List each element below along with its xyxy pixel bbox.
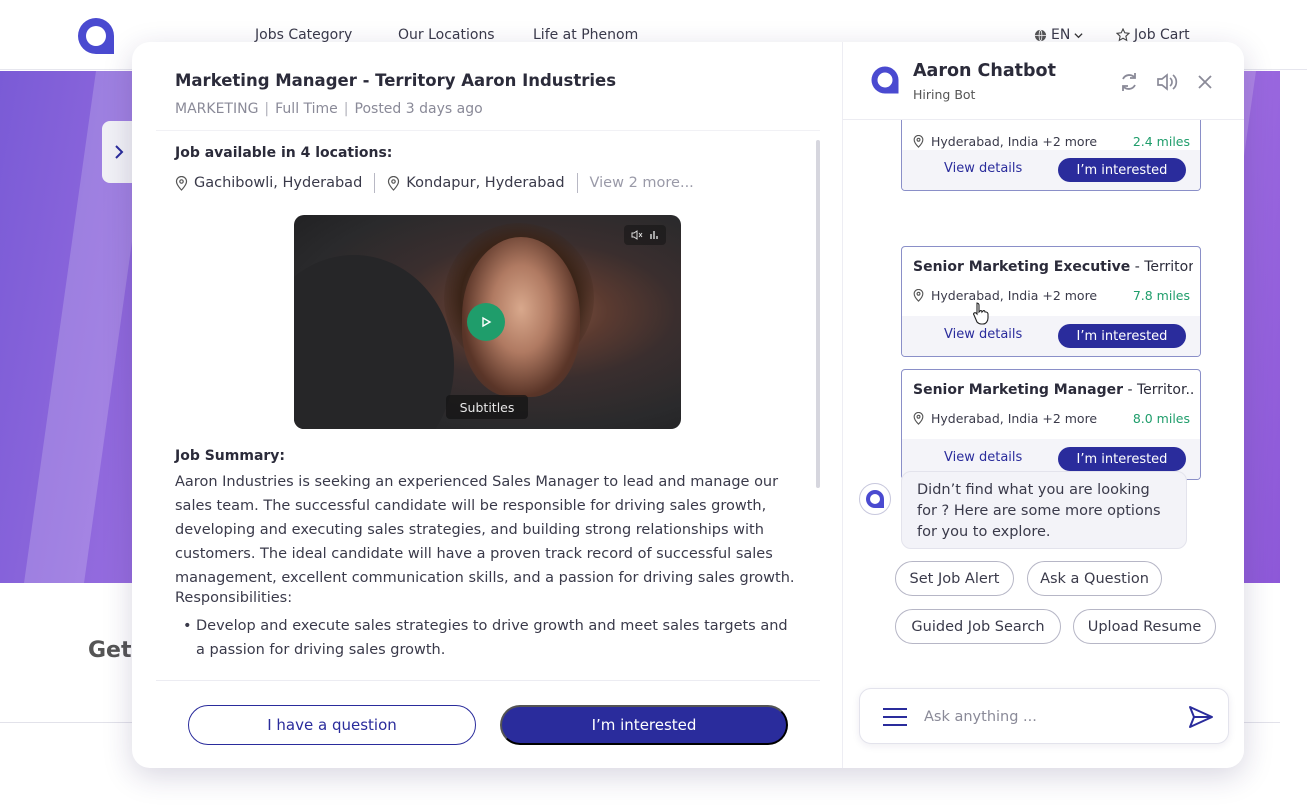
card-interested-button[interactable]: I’m interested [1058,447,1186,471]
job-cart-label: Job Cart [1134,27,1190,43]
responsibilities-heading: Responsibilities: [175,590,293,606]
job-recommendation-card[interactable]: Senior Marketing Manager - Territor.. Hy… [901,369,1201,480]
chatbot-subtitle: Hiring Bot [913,87,976,102]
job-actions-footer: I have a question I’m interested [156,680,820,768]
equalizer-icon [650,231,658,239]
job-detail-modal: Marketing Manager - Territory Aaron Indu… [132,42,1244,768]
location-item[interactable]: Gachibowli, Hyderabad [175,175,362,191]
interested-button[interactable]: I’m interested [500,705,788,745]
card-distance: 2.4 miles [1132,134,1190,149]
chat-message-input[interactable] [924,705,1174,729]
location-pin-icon [913,289,924,302]
menu-icon[interactable] [882,706,908,728]
scrollbar[interactable] [816,140,820,488]
card-location: Hyderabad, India +2 more [913,288,1097,303]
job-summary-text: Aaron Industries is seeking an experienc… [175,474,795,586]
nav-life-at-phenom[interactable]: Life at Phenom [533,27,638,43]
chat-messages[interactable]: Hyderabad, India +2 more 2.4 miles View … [843,120,1244,682]
job-summary-heading: Job Summary: [175,448,286,464]
card-title: Senior Marketing Executive - Territor.. [913,259,1193,275]
close-icon [1198,75,1212,89]
job-posted-date: Posted 3 days ago [354,101,483,117]
location-pin-icon [913,135,924,148]
chatbot-name: Aaron Chatbot [913,61,1056,81]
chevron-right-icon [115,145,124,159]
view-details-link[interactable]: View details [944,450,1022,465]
location-pin-icon [913,412,924,425]
language-selector[interactable]: EN [1034,27,1083,43]
ask-question-chip[interactable]: Ask a Question [1027,561,1162,596]
job-type: Full Time [275,101,338,117]
location-pin-icon [388,175,400,191]
card-interested-button[interactable]: I’m interested [1058,158,1186,182]
job-recommendation-card[interactable]: Hyderabad, India +2 more 2.4 miles View … [901,120,1201,191]
set-job-alert-chip[interactable]: Set Job Alert [895,561,1014,596]
refresh-icon [1122,73,1136,91]
mouse-pointer-icon [973,302,989,325]
card-interested-button[interactable]: I’m interested [1058,324,1186,348]
expand-panel-button[interactable] [102,121,136,183]
view-more-locations-link[interactable]: View 2 more... [590,175,694,191]
sound-toggle-button[interactable] [1155,70,1179,94]
guided-job-search-chip[interactable]: Guided Job Search [895,609,1061,644]
globe-icon [1034,29,1047,41]
play-button[interactable] [467,303,505,341]
list-item: • Develop and execute sales strategies t… [183,618,788,658]
nav-jobs-category[interactable]: Jobs Category [255,27,352,43]
bot-avatar [859,483,891,515]
speaker-icon [1157,73,1178,91]
locations-heading: Job available in 4 locations: [175,145,393,161]
location-item[interactable]: Kondapur, Hyderabad [387,175,565,191]
subtitles-button[interactable]: Subtitles [446,395,528,419]
view-details-link[interactable]: View details [944,327,1022,342]
chatbot-logo [871,66,899,94]
job-meta: MARKETING | Full Time | Posted 3 days ago [175,101,483,117]
volume-icon [631,230,643,240]
card-distance: 7.8 miles [1132,288,1190,303]
refresh-button[interactable] [1117,70,1141,94]
video-controls[interactable] [624,225,666,245]
job-detail-panel: Marketing Manager - Territory Aaron Indu… [132,42,842,768]
nav-our-locations[interactable]: Our Locations [398,27,495,43]
play-icon [482,316,492,328]
job-video-player[interactable]: Subtitles [294,215,681,429]
star-icon [1116,28,1130,42]
chat-input-bar [859,688,1229,744]
location-pin-icon [175,175,188,191]
card-location: Hyderabad, India +2 more [913,411,1097,426]
responsibilities-list: • Develop and execute sales strategies t… [175,614,795,662]
card-location: Hyderabad, India +2 more [913,134,1097,149]
have-question-button[interactable]: I have a question [188,705,476,745]
job-recommendation-card[interactable]: Senior Marketing Executive - Territor.. … [901,246,1201,357]
company-logo[interactable] [76,16,116,56]
chevron-down-icon [1074,32,1083,38]
close-chat-button[interactable] [1193,70,1217,94]
chat-header: Aaron Chatbot Hiring Bot [843,42,1244,120]
card-distance: 8.0 miles [1132,411,1190,426]
job-cart-link[interactable]: Job Cart [1116,27,1190,43]
job-title: Marketing Manager - Territory Aaron Indu… [175,71,617,90]
locations-list: Gachibowli, Hyderabad Kondapur, Hyderaba… [175,173,694,193]
upload-resume-chip[interactable]: Upload Resume [1073,609,1216,644]
view-details-link[interactable]: View details [944,161,1022,176]
section-heading: Get [88,638,132,663]
card-title: Senior Marketing Manager - Territor.. [913,382,1193,398]
language-label: EN [1051,27,1071,43]
send-icon[interactable] [1188,705,1214,729]
bot-message: Didn’t find what you are looking for ? H… [901,471,1187,549]
chatbot-logo-icon [866,490,884,508]
job-category: MARKETING [175,101,259,117]
chatbot-panel: Aaron Chatbot Hiring Bot Hyderabad, Indi… [842,42,1244,768]
